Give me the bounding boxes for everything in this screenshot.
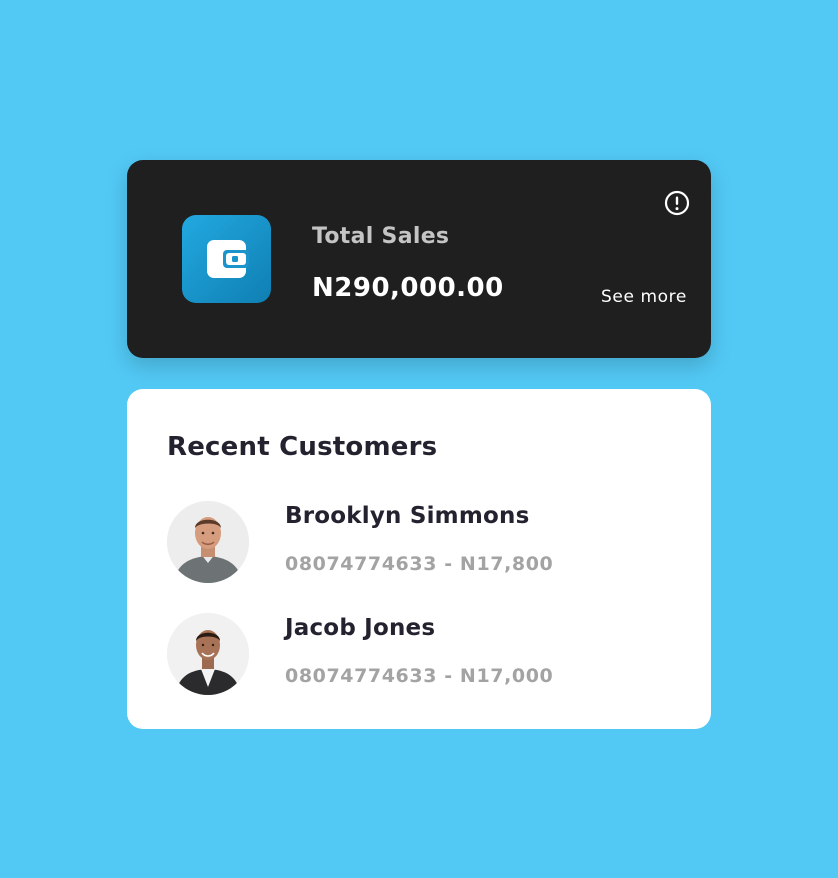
recent-customers-card: Recent Customers Brooklyn Simmons 080747…	[127, 389, 711, 729]
customer-row[interactable]: Jacob Jones 08074774633 - N17,000	[167, 613, 687, 703]
avatar	[167, 501, 249, 583]
total-sales-card: Total Sales N290,000.00 See more	[127, 160, 711, 358]
customer-phone-amount: 08074774633 - N17,000	[285, 665, 554, 687]
customer-row[interactable]: Brooklyn Simmons 08074774633 - N17,800	[167, 501, 687, 591]
recent-customers-title: Recent Customers	[167, 432, 438, 462]
total-sales-amount: N290,000.00	[312, 273, 504, 303]
customer-phone-amount: 08074774633 - N17,800	[285, 553, 554, 575]
info-icon[interactable]	[664, 190, 690, 216]
wallet-icon-tile	[182, 215, 271, 303]
avatar	[167, 613, 249, 695]
wallet-icon	[207, 240, 249, 278]
total-sales-label: Total Sales	[312, 224, 450, 249]
customer-name: Brooklyn Simmons	[285, 503, 530, 529]
customer-name: Jacob Jones	[285, 615, 436, 641]
see-more-button[interactable]: See more	[601, 287, 687, 307]
